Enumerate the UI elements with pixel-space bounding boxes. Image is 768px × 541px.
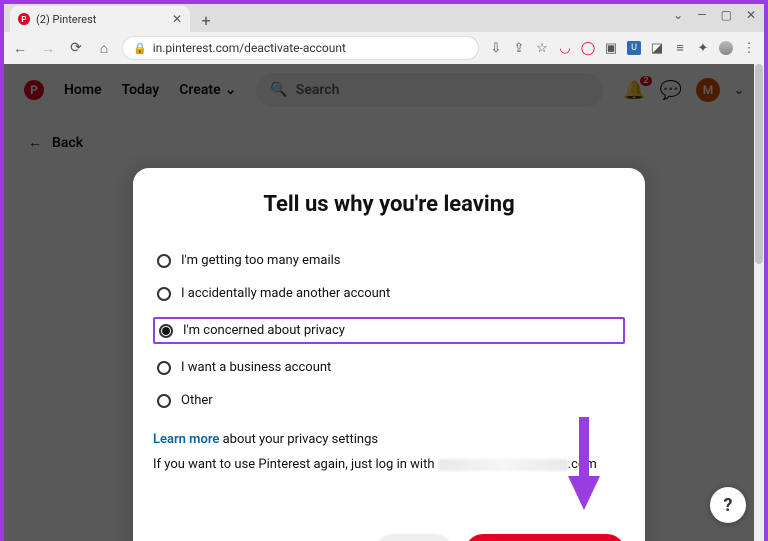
nav-reload-icon[interactable]: ⟳ — [68, 40, 84, 56]
radio-icon — [157, 361, 171, 375]
reason-option-business[interactable]: I want a business account — [153, 358, 625, 377]
reason-option-duplicate[interactable]: I accidentally made another account — [153, 284, 625, 303]
address-bar-row: ← → ⟳ ⌂ 🔒 in.pinterest.com/deactivate-ac… — [4, 32, 764, 64]
notifications-icon[interactable]: 🔔 2 — [623, 80, 645, 101]
option-label: I accidentally made another account — [181, 286, 390, 301]
nav-create-label: Create — [179, 82, 220, 98]
extension-icons: ⇩ ⇪ ☆ ◡ ◯ ▣ U ◪ ≡ ✦ ⋮ — [489, 41, 756, 55]
browser-tab-active[interactable]: P (2) Pinterest ✕ — [10, 6, 190, 32]
reason-option-emails[interactable]: I'm getting too many emails — [153, 251, 625, 270]
help-button[interactable]: ? — [710, 487, 746, 523]
window-minimize-icon[interactable]: — — [697, 8, 706, 22]
relogin-suffix: .com — [568, 457, 597, 472]
profile-avatar-icon[interactable] — [719, 41, 733, 55]
window-maximize-icon[interactable]: ▢ — [721, 8, 732, 22]
account-menu-chevron-icon[interactable]: ⌄ — [734, 83, 744, 97]
url-text: in.pinterest.com/deactivate-account — [153, 41, 346, 55]
user-avatar[interactable]: M — [696, 78, 720, 102]
tab-close-icon[interactable]: ✕ — [172, 12, 182, 26]
scrollbar-track[interactable] — [754, 64, 764, 541]
notifications-badge: 2 — [640, 76, 651, 86]
option-label: Other — [181, 393, 213, 408]
radio-icon-selected — [159, 324, 173, 338]
learn-more-link[interactable]: Learn more — [153, 432, 219, 447]
window-close-icon[interactable]: ✕ — [746, 8, 756, 22]
search-icon: 🔍 — [270, 82, 287, 98]
radio-icon — [157, 394, 171, 408]
reason-options: I'm getting too many emails I accidental… — [147, 251, 631, 410]
deactivate-reason-modal: Tell us why you're leaving I'm getting t… — [133, 168, 645, 541]
nav-back-icon[interactable]: ← — [12, 40, 28, 57]
learn-more-row: Learn more about your privacy settings — [147, 432, 631, 447]
learn-more-rest: about your privacy settings — [219, 432, 378, 447]
radio-icon — [157, 254, 171, 268]
ext-icon-8[interactable]: ◪ — [650, 41, 664, 55]
ext-icon-2[interactable]: ⇪ — [512, 41, 526, 55]
browser-chrome: P (2) Pinterest ✕ + ⌄ — ▢ ✕ ← → ⟳ ⌂ 🔒 in… — [4, 4, 764, 64]
modal-title: Tell us why you're leaving — [147, 192, 631, 217]
ext-icon-1[interactable]: ⇩ — [489, 41, 503, 55]
tab-title: (2) Pinterest — [36, 13, 96, 26]
header-right: 🔔 2 💬 M ⌄ — [623, 78, 744, 102]
chrome-menu-icon[interactable]: ⋮ — [742, 41, 756, 55]
pinterest-logo-icon[interactable]: P — [24, 80, 44, 100]
search-input[interactable]: 🔍 Search — [256, 73, 603, 107]
nav-create[interactable]: Create ⌄ — [179, 82, 236, 98]
search-placeholder: Search — [296, 82, 340, 98]
nav-today[interactable]: Today — [122, 82, 160, 98]
nav-home[interactable]: Home — [64, 82, 102, 98]
nav-home-icon[interactable]: ⌂ — [96, 40, 112, 57]
option-label: I'm getting too many emails — [181, 253, 340, 268]
nav-forward-icon[interactable]: → — [40, 40, 56, 57]
back-label: Back — [52, 135, 83, 151]
option-label: I want a business account — [181, 360, 331, 375]
ext-icon-7[interactable]: U — [627, 41, 641, 55]
address-bar[interactable]: 🔒 in.pinterest.com/deactivate-account — [122, 36, 479, 60]
window-dropdown-icon[interactable]: ⌄ — [673, 8, 683, 22]
opera-icon[interactable]: ◯ — [581, 41, 595, 55]
reason-option-other[interactable]: Other — [153, 391, 625, 410]
page-content: P Home Today Create ⌄ 🔍 Search 🔔 2 💬 M — [4, 64, 764, 541]
new-tab-button[interactable]: + — [194, 8, 218, 32]
extensions-icon[interactable]: ✦ — [696, 41, 710, 55]
pinterest-header: P Home Today Create ⌄ 🔍 Search 🔔 2 💬 M — [4, 64, 764, 116]
modal-actions: Cancel Deactivate account — [147, 534, 631, 541]
nav-icons: ← → ⟳ ⌂ — [12, 40, 112, 57]
relogin-prefix: If you want to use Pinterest again, just… — [153, 457, 438, 472]
pocket-icon[interactable]: ◡ — [558, 41, 572, 55]
window-controls: ⌄ — ▢ ✕ — [673, 8, 756, 22]
messages-icon[interactable]: 💬 — [660, 80, 682, 101]
redacted-email — [438, 459, 568, 471]
star-icon[interactable]: ☆ — [535, 41, 549, 55]
tab-strip: P (2) Pinterest ✕ + ⌄ — ▢ ✕ — [4, 4, 764, 32]
relogin-hint: If you want to use Pinterest again, just… — [147, 457, 631, 472]
lock-icon: 🔒 — [133, 42, 147, 55]
ext-icon-9[interactable]: ≡ — [673, 41, 687, 55]
arrow-left-icon: ← — [28, 134, 42, 151]
scrollbar-thumb[interactable] — [755, 64, 763, 264]
back-link[interactable]: ← Back — [4, 116, 764, 169]
deactivate-account-button[interactable]: Deactivate account — [465, 534, 625, 541]
cancel-button[interactable]: Cancel — [375, 534, 453, 541]
ext-icon-6[interactable]: ▣ — [604, 41, 618, 55]
reason-option-privacy[interactable]: I'm concerned about privacy — [153, 317, 625, 344]
chevron-down-icon: ⌄ — [225, 82, 237, 98]
pinterest-favicon: P — [18, 13, 30, 25]
radio-icon — [157, 287, 171, 301]
option-label: I'm concerned about privacy — [183, 323, 345, 338]
